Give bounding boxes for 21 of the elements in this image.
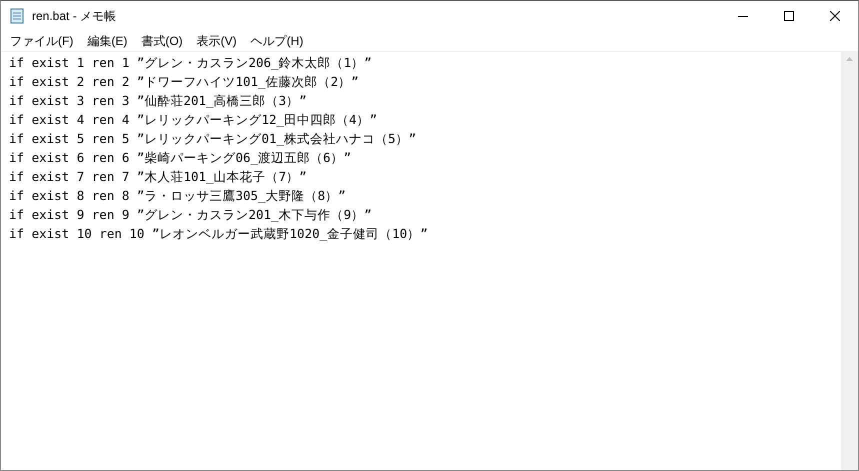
text-line: if exist 7 ren 7 ”木人荘101_山本花子（7）” <box>9 168 307 186</box>
text-line: if exist 1 ren 1 ”グレン・カスラン206_鈴木太郎（1）” <box>9 54 372 72</box>
notepad-icon <box>9 8 25 24</box>
close-icon <box>830 11 840 21</box>
text-line: if exist 4 ren 4 ”レリックパーキング12_田中四郎（4）” <box>9 111 378 129</box>
menu-item[interactable]: ヘルプ(H) <box>244 31 310 51</box>
text-line: if exist 2 ren 2 ”ドワーフハイツ101_佐藤次郎（2）” <box>9 73 359 91</box>
text-line: if exist 6 ren 6 ”柴崎パーキング06_渡辺五郎（6）” <box>9 149 352 167</box>
menu-item[interactable]: 表示(V) <box>190 31 244 51</box>
text-line: if exist 8 ren 8 ”ラ・ロッサ三鷹305_大野隆（8）” <box>9 187 346 205</box>
text-line: if exist 10 ren 10 ”レオンベルガー武蔵野1020_金子健司（10）” <box>9 225 428 243</box>
menu-item[interactable]: ファイル(F) <box>3 31 80 51</box>
maximize-icon <box>784 11 794 21</box>
text-line: if exist 5 ren 5 ”レリックパーキング01_株式会社ハナコ（5）” <box>9 130 416 148</box>
menu-item[interactable]: 書式(O) <box>134 31 190 51</box>
scroll-up-icon[interactable] <box>846 57 853 61</box>
window-title: ren.bat - メモ帳 <box>32 8 116 25</box>
text-line: if exist 9 ren 9 ”グレン・カスラン201_木下与作（9）” <box>9 206 372 224</box>
menu-item[interactable]: 編集(E) <box>80 31 134 51</box>
vertical-scrollbar[interactable] <box>841 52 858 470</box>
text-line: if exist 3 ren 3 ”仙酔荘201_高橋三郎（3）” <box>9 92 307 110</box>
